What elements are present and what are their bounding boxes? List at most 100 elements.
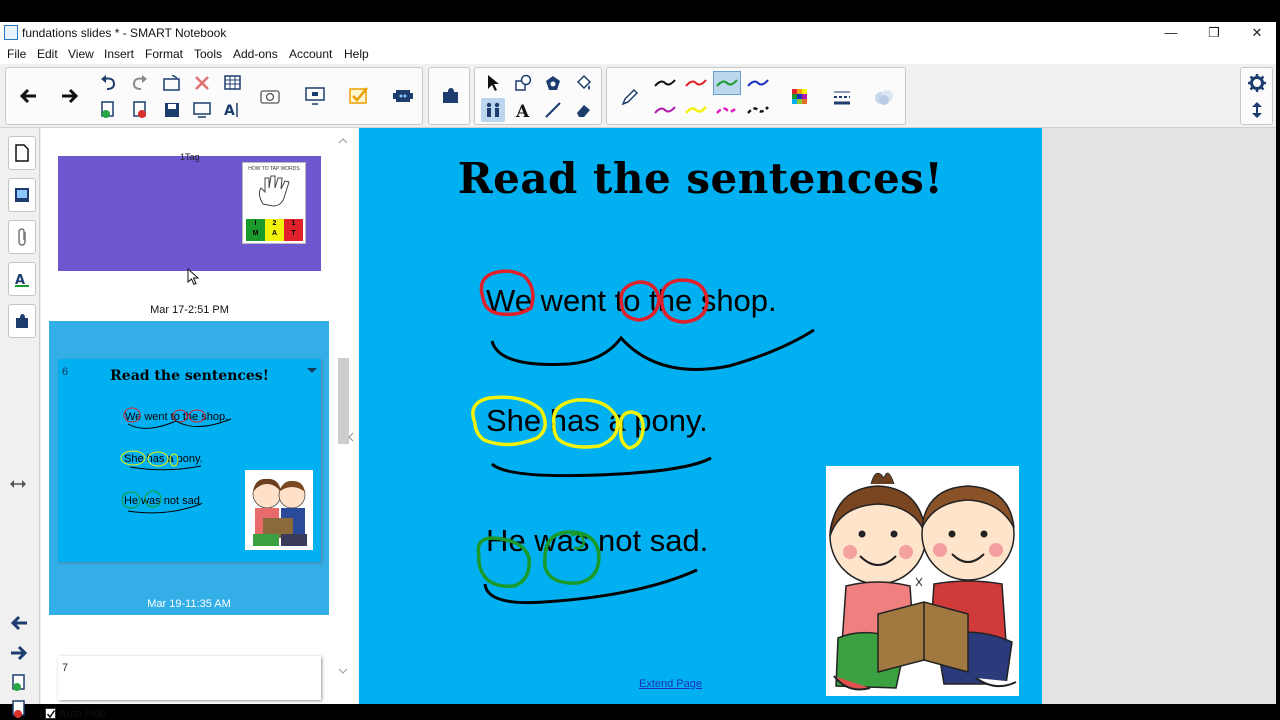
title-bar: fundations slides * - SMART Notebook — ❐…	[0, 22, 1276, 44]
text-tool-button[interactable]: A	[511, 98, 535, 122]
pen-tool-button[interactable]	[615, 82, 645, 112]
delete-page-icon	[133, 101, 146, 118]
response-button[interactable]	[344, 82, 374, 110]
people-tool-button[interactable]	[481, 98, 505, 122]
pen-purple-line[interactable]	[651, 98, 679, 122]
thumb-slide-title: Read the sentences!	[110, 368, 269, 384]
move-toolbar-button[interactable]	[1245, 98, 1269, 122]
undo-button[interactable]	[96, 71, 120, 95]
minimize-button[interactable]: —	[1150, 22, 1192, 44]
fill-effects-button[interactable]	[869, 82, 899, 112]
table-button[interactable]	[221, 71, 245, 95]
arrow-left-icon	[19, 88, 36, 104]
right-edge-strip	[1276, 0, 1280, 720]
tab-page-sorter[interactable]	[8, 136, 36, 170]
shapes-tool-button[interactable]	[511, 71, 535, 95]
menu-tools[interactable]: Tools	[194, 47, 222, 61]
camera-icon	[260, 90, 280, 104]
sorter-previous-button[interactable]	[8, 612, 30, 634]
settings-button[interactable]	[1245, 71, 1269, 95]
purple-pen-stroke-icon	[654, 106, 676, 114]
line-style-button[interactable]	[827, 82, 857, 112]
add-page-button[interactable]	[96, 98, 120, 122]
document-camera-button[interactable]	[300, 82, 330, 110]
redo-button[interactable]	[128, 71, 152, 95]
collapse-panel-icon[interactable]	[348, 432, 354, 442]
page-icon	[15, 144, 29, 162]
page-thumbnail-6-selected[interactable]: 6 Read the sentences! We went to the sho…	[49, 321, 329, 615]
scroll-down-icon[interactable]	[338, 668, 348, 674]
sorter-delete-page-button[interactable]	[8, 698, 30, 720]
highlighter-yellow-line[interactable]	[682, 98, 710, 122]
addons-button[interactable]	[388, 82, 418, 110]
pen-magenta-dashed-line[interactable]	[713, 98, 741, 122]
notebook-page-6: Read the sentences! We went to the shop.…	[359, 128, 1042, 704]
pen-red-line[interactable]	[682, 71, 710, 95]
window-title: fundations slides * - SMART Notebook	[22, 26, 227, 40]
page-5-timestamp: Mar 17-2:51 PM	[150, 304, 229, 316]
sorter-scrollbar[interactable]	[333, 128, 353, 704]
menu-insert[interactable]: Insert	[104, 47, 134, 61]
sidebar-tabs: A	[0, 128, 40, 718]
menu-help[interactable]: Help	[344, 47, 369, 61]
eraser-icon	[577, 105, 590, 117]
move-sidebar-button[interactable]	[8, 474, 28, 494]
tab-gallery[interactable]	[8, 178, 36, 212]
delete-page-button[interactable]	[128, 98, 152, 122]
next-page-button[interactable]	[56, 82, 84, 110]
menu-file[interactable]: File	[7, 47, 26, 61]
mouse-cursor-icon	[187, 268, 200, 286]
pen-green-line[interactable]	[713, 71, 741, 95]
widget-icon	[393, 90, 413, 102]
scroll-up-icon[interactable]	[338, 138, 348, 144]
restore-button[interactable]: ❐	[1193, 22, 1235, 44]
polygon-tool-button[interactable]	[541, 71, 565, 95]
tab-properties[interactable]: A	[8, 262, 36, 296]
text-font-button[interactable]: A	[221, 98, 245, 122]
page-6-timestamp: Mar 19-11:35 AM	[147, 598, 231, 610]
color-palette-button[interactable]	[785, 82, 815, 112]
previous-page-button[interactable]	[14, 82, 42, 110]
select-tool-button[interactable]	[481, 71, 505, 95]
reading-kids-picture[interactable]	[826, 466, 1019, 696]
auto-hide-checkbox[interactable]	[45, 708, 56, 719]
pen-black-line[interactable]	[651, 71, 679, 95]
sorter-next-button[interactable]	[8, 642, 30, 664]
open-file-button[interactable]	[160, 71, 184, 95]
thumb-reading-kids-picture	[245, 470, 313, 550]
menu-bar: File Edit View Insert Format Tools Add-o…	[0, 44, 1276, 64]
tab-attachments[interactable]	[8, 220, 36, 254]
delete-button[interactable]	[190, 71, 214, 95]
eraser-tool-button[interactable]	[571, 98, 595, 122]
auto-hide-option[interactable]: Auto-hide	[45, 708, 106, 720]
tap-words-card: HOW TO TAP WORDS IM 2 A 1 T	[242, 162, 306, 244]
extend-page-link[interactable]: Extend Page	[639, 678, 702, 690]
paint-bucket-icon	[576, 74, 592, 90]
plugin-button[interactable]	[436, 82, 464, 110]
dashed-pen-stroke-icon	[747, 106, 769, 114]
menu-format[interactable]: Format	[145, 47, 183, 61]
page-thumbnail-7[interactable]: 7	[58, 656, 321, 700]
tap-letter-a: A	[271, 230, 278, 237]
screen-capture-button[interactable]	[256, 82, 284, 110]
full-screen-button[interactable]	[190, 98, 214, 122]
menu-account[interactable]: Account	[289, 47, 332, 61]
tap-letter-t: T	[291, 230, 296, 237]
pen-blue-line[interactable]	[744, 71, 772, 95]
menu-edit[interactable]: Edit	[37, 47, 58, 61]
close-button[interactable]: ✕	[1236, 22, 1278, 44]
sorter-add-page-button[interactable]	[8, 672, 30, 694]
line-tool-button[interactable]	[541, 98, 565, 122]
projector-icon	[305, 87, 325, 105]
tap-letter-2: 2	[272, 220, 277, 227]
tap-words-card-title: HOW TO TAP WORDS	[248, 166, 300, 172]
tab-addons[interactable]	[8, 304, 36, 338]
menu-view[interactable]: View	[68, 47, 94, 61]
cursor-arrow-icon	[488, 75, 499, 91]
save-button[interactable]	[160, 98, 184, 122]
pen-black-dashed-line[interactable]	[744, 98, 772, 122]
font-icon: A	[224, 103, 238, 119]
page-thumbnail-5[interactable]: 1Tag HOW TO TAP WORDS IM 2 A 1 T	[58, 152, 321, 271]
fill-tool-button[interactable]	[571, 71, 595, 95]
menu-addons[interactable]: Add-ons	[233, 47, 278, 61]
